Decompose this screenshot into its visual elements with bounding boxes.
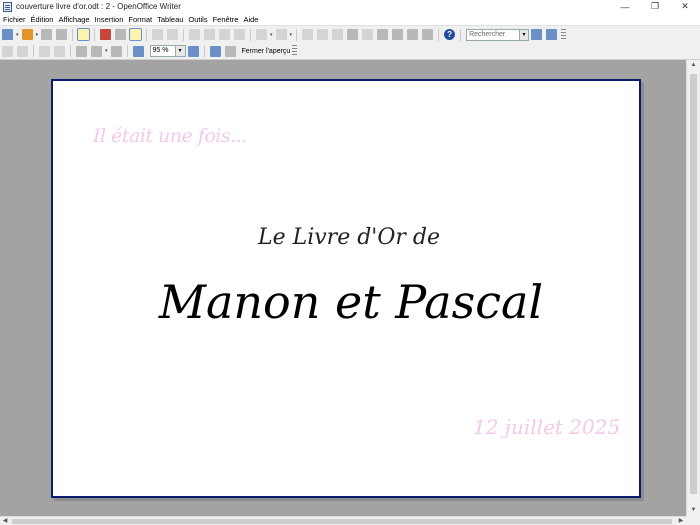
search-input[interactable]: Rechercher <box>466 28 521 41</box>
standard-toolbar: ▾ ▾ ▾ ▾ ? Rechercher ▾ <box>0 25 700 43</box>
intro-text: Il était une fois... <box>93 125 247 147</box>
vertical-scrollbar[interactable]: ▲ ▼ <box>686 60 700 516</box>
export-pdf-icon[interactable] <box>100 29 112 40</box>
print-preview-icon[interactable] <box>224 45 236 57</box>
window-title: couverture livre d'or.odt : 2 - OpenOffi… <box>16 2 181 11</box>
toolbar-grip-handle[interactable] <box>561 28 567 41</box>
scrollbar-corner <box>686 516 700 525</box>
autospellcheck-icon[interactable] <box>167 29 179 40</box>
find-next-icon[interactable] <box>531 29 543 40</box>
close-button[interactable]: ✕ <box>670 0 700 13</box>
menu-insertion[interactable]: Insertion <box>95 15 124 24</box>
undo-icon[interactable] <box>256 29 268 40</box>
toolbar-separator <box>296 28 298 41</box>
hyperlink-icon[interactable] <box>302 29 314 40</box>
show-draw-functions-icon[interactable] <box>332 29 344 40</box>
redo-dropdown-arrow[interactable]: ▾ <box>290 32 293 38</box>
search-dropdown-button[interactable]: ▾ <box>520 28 530 41</box>
edit-mode-icon[interactable] <box>77 28 91 41</box>
couple-names: Manon et Pascal <box>158 275 544 329</box>
data-sources-icon[interactable] <box>392 29 404 40</box>
email-icon[interactable] <box>56 29 68 40</box>
open-folder-icon[interactable] <box>21 29 33 40</box>
last-page-icon[interactable] <box>54 45 65 57</box>
toolbar-separator <box>94 28 96 41</box>
cut-icon[interactable] <box>189 29 201 40</box>
window-controls: — ❐ ✕ <box>610 0 700 13</box>
toolbar-separator <box>72 28 74 41</box>
new-document-icon[interactable] <box>2 29 13 40</box>
zoom-icon[interactable] <box>422 29 434 40</box>
table-icon[interactable] <box>317 29 329 40</box>
find-replace-icon[interactable] <box>347 29 359 40</box>
document-icon <box>3 1 12 12</box>
zoom-field[interactable]: 95 % <box>149 45 176 57</box>
date-text: 12 juillet 2025 <box>473 415 621 439</box>
toolbar-separator <box>70 45 71 57</box>
two-pages-icon[interactable] <box>76 45 87 57</box>
toolbar-separator <box>460 28 462 41</box>
redo-icon[interactable] <box>275 29 287 40</box>
help-icon[interactable]: ? <box>444 29 456 40</box>
toolbar-grip-handle[interactable] <box>292 45 298 57</box>
open-dropdown-arrow[interactable]: ▾ <box>36 32 39 38</box>
page-preview-icon[interactable] <box>129 28 143 41</box>
toolbar-separator <box>33 45 34 57</box>
new-dropdown-arrow[interactable]: ▾ <box>16 32 19 38</box>
menu-affichage[interactable]: Affichage <box>58 15 89 24</box>
format-paintbrush-icon[interactable] <box>234 29 246 40</box>
zoom-out-icon[interactable] <box>187 45 199 57</box>
title-line: Le Livre d'Or de <box>257 225 440 250</box>
page-preview-toolbar: ▾ 95 % ▾ Fermer l'aperçu <box>0 43 700 60</box>
vertical-scroll-thumb[interactable] <box>690 74 697 494</box>
scroll-up-button[interactable]: ▲ <box>687 60 700 71</box>
document-workspace: Il était une fois... Le Livre d'Or de Ma… <box>0 60 686 516</box>
full-screen-icon[interactable] <box>209 45 221 57</box>
toolbar-separator <box>203 45 205 57</box>
menu-format[interactable]: Format <box>128 15 152 24</box>
print-icon[interactable] <box>115 29 127 40</box>
menu-edition[interactable]: Édition <box>31 15 54 24</box>
nonprinting-characters-icon[interactable] <box>407 29 419 40</box>
copy-icon[interactable] <box>204 29 216 40</box>
horizontal-scrollbar[interactable]: ◀ ▶ <box>0 516 686 525</box>
multiple-pages-icon[interactable] <box>91 45 102 57</box>
minimize-button[interactable]: — <box>610 0 640 13</box>
menu-fichier[interactable]: Fichier <box>3 15 26 24</box>
scroll-left-button[interactable]: ◀ <box>0 517 10 525</box>
toolbar-separator <box>126 45 128 57</box>
menu-fenetre[interactable]: Fenêtre <box>213 15 239 24</box>
navigator-icon[interactable] <box>362 29 374 40</box>
previous-page-icon[interactable] <box>2 45 13 57</box>
maximize-button[interactable]: ❐ <box>640 0 670 13</box>
scroll-right-button[interactable]: ▶ <box>676 517 686 525</box>
close-preview-button[interactable]: Fermer l'aperçu <box>242 48 291 55</box>
first-page-icon[interactable] <box>39 45 50 57</box>
toolbar-separator <box>250 28 252 41</box>
zoom-dropdown-button[interactable]: ▾ <box>175 45 186 57</box>
find-previous-icon[interactable] <box>546 29 558 40</box>
spellcheck-icon[interactable] <box>152 29 164 40</box>
zoom-in-icon[interactable] <box>132 45 144 57</box>
document-page[interactable]: Il était une fois... Le Livre d'Or de Ma… <box>51 79 641 498</box>
save-icon[interactable] <box>41 29 53 40</box>
menu-outils[interactable]: Outils <box>188 15 207 24</box>
undo-dropdown-arrow[interactable]: ▾ <box>270 32 273 38</box>
toolbar-separator <box>438 28 440 41</box>
gallery-icon[interactable] <box>377 29 389 40</box>
title-bar: couverture livre d'or.odt : 2 - OpenOffi… <box>0 0 700 13</box>
horizontal-scroll-thumb[interactable] <box>12 519 672 524</box>
menu-tableau[interactable]: Tableau <box>157 15 183 24</box>
next-page-icon[interactable] <box>17 45 28 57</box>
scroll-down-button[interactable]: ▼ <box>687 505 700 516</box>
toolbar-separator <box>183 28 185 41</box>
paste-icon[interactable] <box>219 29 231 40</box>
menu-bar: Fichier Édition Affichage Insertion Form… <box>0 13 700 25</box>
book-preview-icon[interactable] <box>110 45 122 57</box>
toolbar-separator <box>146 28 148 41</box>
menu-aide[interactable]: Aide <box>243 15 258 24</box>
multiple-pages-dropdown-arrow[interactable]: ▾ <box>105 48 108 54</box>
